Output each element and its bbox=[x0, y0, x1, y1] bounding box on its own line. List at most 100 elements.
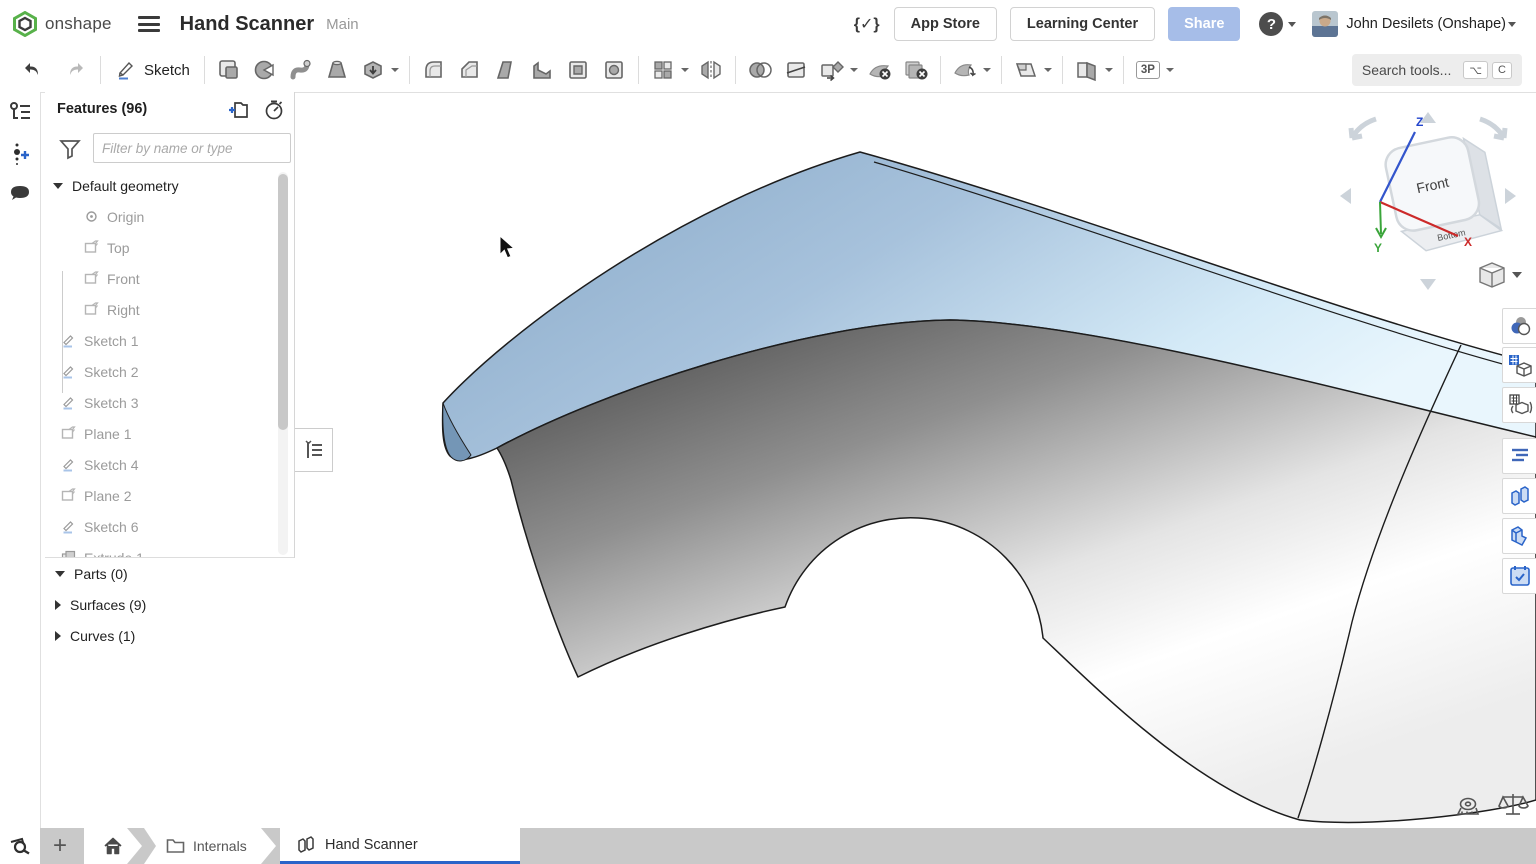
feature-tree-label: Top bbox=[107, 240, 130, 256]
three-point-plane-button[interactable]: 3P bbox=[1130, 51, 1166, 89]
schedule-panel-button[interactable] bbox=[1502, 558, 1536, 594]
main-menu-icon[interactable] bbox=[138, 13, 160, 36]
feature-statistics-button[interactable] bbox=[1502, 438, 1536, 474]
feature-tree-row[interactable]: Default geometry bbox=[45, 170, 295, 201]
tab-hand-scanner[interactable]: Hand Scanner bbox=[280, 828, 520, 864]
plane-icon bbox=[84, 240, 99, 255]
toolbar-separator bbox=[100, 56, 101, 84]
create-version-icon[interactable] bbox=[0, 134, 40, 174]
learning-center-button[interactable]: Learning Center bbox=[1010, 7, 1155, 41]
part-studio-panel-button[interactable] bbox=[1502, 518, 1536, 554]
feature-tree-row[interactable]: Plane 1 bbox=[45, 418, 295, 449]
part-studio-icon bbox=[296, 835, 316, 855]
tab-bar: + Internals Hand Scanner bbox=[40, 828, 1536, 864]
revolve-icon[interactable] bbox=[247, 51, 283, 89]
rollback-history-icon[interactable] bbox=[263, 100, 285, 125]
thicken-icon[interactable] bbox=[355, 51, 391, 89]
chevron-down-icon[interactable] bbox=[850, 68, 858, 72]
view-options-button[interactable] bbox=[1480, 263, 1522, 287]
parts-panel-button[interactable] bbox=[1502, 478, 1536, 514]
draft-icon[interactable] bbox=[488, 51, 524, 89]
new-folder-icon[interactable] bbox=[227, 100, 249, 125]
share-button[interactable]: Share bbox=[1168, 7, 1240, 41]
filter-input[interactable] bbox=[93, 133, 291, 163]
list-section-header[interactable]: Curves (1) bbox=[45, 620, 295, 651]
toolbar-separator bbox=[409, 56, 410, 84]
fillet-icon[interactable] bbox=[416, 51, 452, 89]
transform-icon[interactable] bbox=[814, 51, 850, 89]
list-section-header[interactable]: Surfaces (9) bbox=[45, 589, 295, 620]
scrollbar-thumb[interactable] bbox=[278, 174, 288, 430]
feature-tree-row[interactable]: Top bbox=[45, 232, 295, 263]
chevron-down-icon[interactable] bbox=[53, 183, 63, 189]
feature-tree-row[interactable]: Sketch 1 bbox=[45, 325, 295, 356]
chamfer-icon[interactable] bbox=[452, 51, 488, 89]
comments-icon[interactable] bbox=[0, 174, 40, 214]
feature-tree-label: Plane 2 bbox=[84, 488, 131, 504]
chevron-down-icon[interactable] bbox=[681, 68, 689, 72]
delete-part-icon[interactable] bbox=[898, 51, 934, 89]
chevron-down-icon[interactable] bbox=[983, 68, 991, 72]
appearance-panel-button[interactable] bbox=[1502, 308, 1536, 344]
boolean-icon[interactable] bbox=[742, 51, 778, 89]
feature-tree-row[interactable]: Right bbox=[45, 294, 295, 325]
chevron-down-icon[interactable] bbox=[1166, 68, 1174, 72]
add-tab-button[interactable]: + bbox=[40, 828, 80, 864]
sweep-icon[interactable] bbox=[283, 51, 319, 89]
app-header: onshape Hand Scanner Main {✓} App Store … bbox=[0, 0, 1536, 49]
avatar[interactable] bbox=[1312, 11, 1338, 37]
hole-icon[interactable] bbox=[596, 51, 632, 89]
search-tools[interactable]: Search tools... ⌥ C bbox=[1352, 54, 1522, 86]
home-tab[interactable] bbox=[84, 828, 142, 864]
chevron-down-icon[interactable] bbox=[391, 68, 399, 72]
help-menu[interactable]: ? bbox=[1259, 12, 1302, 36]
redo-button[interactable] bbox=[58, 51, 94, 89]
shell-icon[interactable] bbox=[560, 51, 596, 89]
extrude-icon bbox=[61, 550, 76, 557]
folder-tab-internals[interactable]: Internals bbox=[144, 828, 276, 864]
user-menu[interactable]: John Desilets (Onshape) bbox=[1346, 16, 1506, 32]
toolbar-separator bbox=[638, 56, 639, 84]
feature-tree-row[interactable]: Sketch 3 bbox=[45, 387, 295, 418]
loft-icon[interactable] bbox=[319, 51, 355, 89]
move-face-icon[interactable] bbox=[947, 51, 983, 89]
feature-tree-row[interactable]: Sketch 2 bbox=[45, 356, 295, 387]
feature-tree-row[interactable]: Sketch 6 bbox=[45, 511, 295, 542]
feature-tree-row[interactable]: Plane 2 bbox=[45, 480, 295, 511]
split-icon[interactable] bbox=[778, 51, 814, 89]
key-c: C bbox=[1492, 62, 1512, 79]
plane-tool-icon[interactable] bbox=[1008, 51, 1044, 89]
bottom-search-box[interactable] bbox=[0, 828, 40, 864]
onshape-logo[interactable]: onshape bbox=[12, 11, 112, 37]
featurescript-icon[interactable]: {✓} bbox=[854, 14, 880, 34]
mirror-icon[interactable] bbox=[693, 51, 729, 89]
linear-pattern-icon[interactable] bbox=[645, 51, 681, 89]
rib-icon[interactable] bbox=[524, 51, 560, 89]
chevron-down-icon[interactable] bbox=[1105, 68, 1113, 72]
feature-tree-row[interactable]: Origin bbox=[45, 201, 295, 232]
surface-tool-icon[interactable] bbox=[1069, 51, 1105, 89]
toolbar-separator bbox=[735, 56, 736, 84]
pencil-icon bbox=[115, 59, 137, 81]
undo-button[interactable] bbox=[14, 51, 50, 89]
chevron-down-icon bbox=[1288, 22, 1296, 27]
workspace-label[interactable]: Main bbox=[326, 16, 359, 33]
feature-tree-row[interactable]: Extrude 1 bbox=[45, 542, 295, 557]
chevron-down-icon[interactable] bbox=[1044, 68, 1052, 72]
app-store-button[interactable]: App Store bbox=[894, 7, 997, 41]
feature-tree-row[interactable]: Front bbox=[45, 263, 295, 294]
extrude-icon[interactable] bbox=[211, 51, 247, 89]
named-views-button[interactable] bbox=[1502, 347, 1536, 383]
list-section-header[interactable]: Parts (0) bbox=[45, 558, 295, 589]
feature-tree-row[interactable]: Sketch 4 bbox=[45, 449, 295, 480]
sketch-button[interactable]: Sketch bbox=[107, 51, 198, 89]
collapse-panel-handle[interactable] bbox=[295, 428, 333, 472]
display-states-button[interactable] bbox=[1502, 387, 1536, 423]
feature-tree-label: Sketch 4 bbox=[84, 457, 138, 473]
toolbar-separator bbox=[1062, 56, 1063, 84]
filter-icon[interactable] bbox=[59, 138, 81, 165]
chevron-right-icon bbox=[55, 600, 61, 610]
feature-tree-scrollbar[interactable] bbox=[278, 172, 288, 555]
feature-list-toggle-icon[interactable] bbox=[0, 92, 40, 132]
delete-face-icon[interactable] bbox=[862, 51, 898, 89]
